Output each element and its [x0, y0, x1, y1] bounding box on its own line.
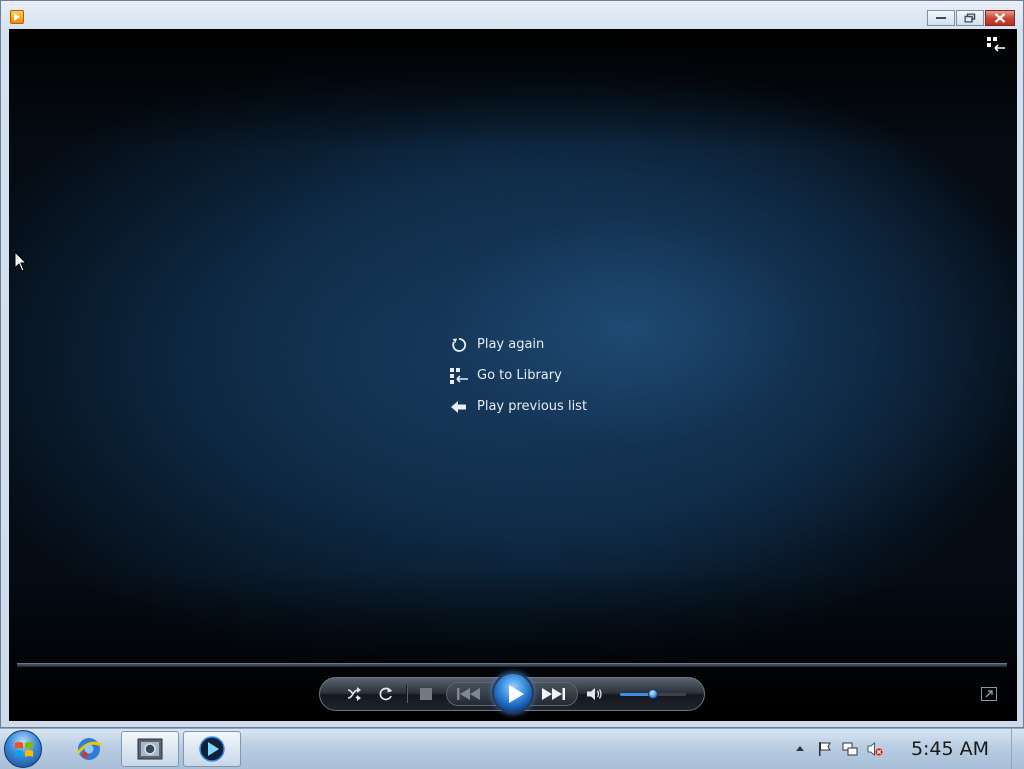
- taskbar-internet-explorer[interactable]: [60, 731, 118, 767]
- play-previous-list-label: Play previous list: [477, 399, 588, 414]
- volume-slider-thumb[interactable]: [648, 689, 658, 699]
- mouse-cursor-icon: [14, 251, 28, 272]
- restore-button[interactable]: [956, 10, 984, 26]
- stop-button[interactable]: [417, 685, 435, 703]
- control-separator: [406, 685, 408, 703]
- library-icon: [449, 367, 469, 384]
- show-desktop-button[interactable]: [1011, 729, 1024, 769]
- volume-slider[interactable]: [620, 689, 686, 699]
- taskbar-clock[interactable]: 5:45 AM: [890, 738, 1010, 760]
- transport-controls: [319, 672, 705, 714]
- repeat-button[interactable]: [377, 685, 395, 703]
- speaker-icon: [587, 688, 602, 700]
- system-tray: [792, 741, 892, 757]
- start-button[interactable]: [4, 730, 42, 768]
- volume-muted-icon[interactable]: [867, 741, 883, 757]
- close-button[interactable]: [985, 10, 1015, 26]
- next-button[interactable]: [539, 685, 567, 703]
- repeat-icon: [379, 687, 393, 701]
- switch-to-full-screen-icon[interactable]: [981, 687, 997, 701]
- play-previous-list-link[interactable]: Play previous list: [449, 391, 587, 422]
- network-icon[interactable]: [842, 741, 858, 757]
- next-icon: [542, 688, 565, 700]
- play-again-link[interactable]: Play again: [449, 329, 587, 360]
- play-button[interactable]: [492, 672, 534, 714]
- media-player-window: Play again Go to Library Play previous l…: [0, 0, 1024, 728]
- title-bar[interactable]: [1, 1, 1023, 29]
- back-arrow-icon: [449, 399, 469, 415]
- shuffle-button[interactable]: [346, 685, 364, 703]
- show-hidden-icons-icon[interactable]: [792, 741, 808, 757]
- internet-explorer-icon: [76, 738, 102, 760]
- windows-logo-icon: [15, 742, 33, 757]
- taskbar-windows-explorer[interactable]: [121, 731, 179, 767]
- taskbar-media-player[interactable]: [183, 731, 241, 767]
- playback-ended-menu: Play again Go to Library Play previous l…: [449, 329, 587, 422]
- mute-button[interactable]: [586, 685, 604, 703]
- switch-to-library-icon[interactable]: [987, 37, 1005, 53]
- media-player-icon: [199, 736, 225, 762]
- play-again-label: Play again: [477, 337, 545, 352]
- media-player-app-icon[interactable]: [10, 10, 24, 24]
- caption-buttons: [927, 10, 1015, 27]
- minimize-button[interactable]: [927, 10, 955, 26]
- windows-explorer-icon: [137, 738, 163, 760]
- play-icon: [509, 685, 524, 703]
- stop-icon: [420, 688, 432, 700]
- go-to-library-label: Go to Library: [477, 368, 562, 383]
- close-icon: [994, 13, 1006, 23]
- now-playing-area[interactable]: Play again Go to Library Play previous l…: [9, 29, 1017, 721]
- previous-icon: [457, 688, 480, 700]
- minimize-icon: [936, 17, 946, 19]
- previous-button[interactable]: [455, 685, 483, 703]
- seek-bar[interactable]: [17, 663, 1007, 667]
- shuffle-icon: [347, 687, 361, 701]
- go-to-library-link[interactable]: Go to Library: [449, 360, 587, 391]
- taskbar: 5:45 AM: [0, 728, 1024, 769]
- action-center-flag-icon[interactable]: [817, 741, 833, 757]
- replay-icon: [449, 337, 469, 353]
- restore-icon: [964, 13, 976, 23]
